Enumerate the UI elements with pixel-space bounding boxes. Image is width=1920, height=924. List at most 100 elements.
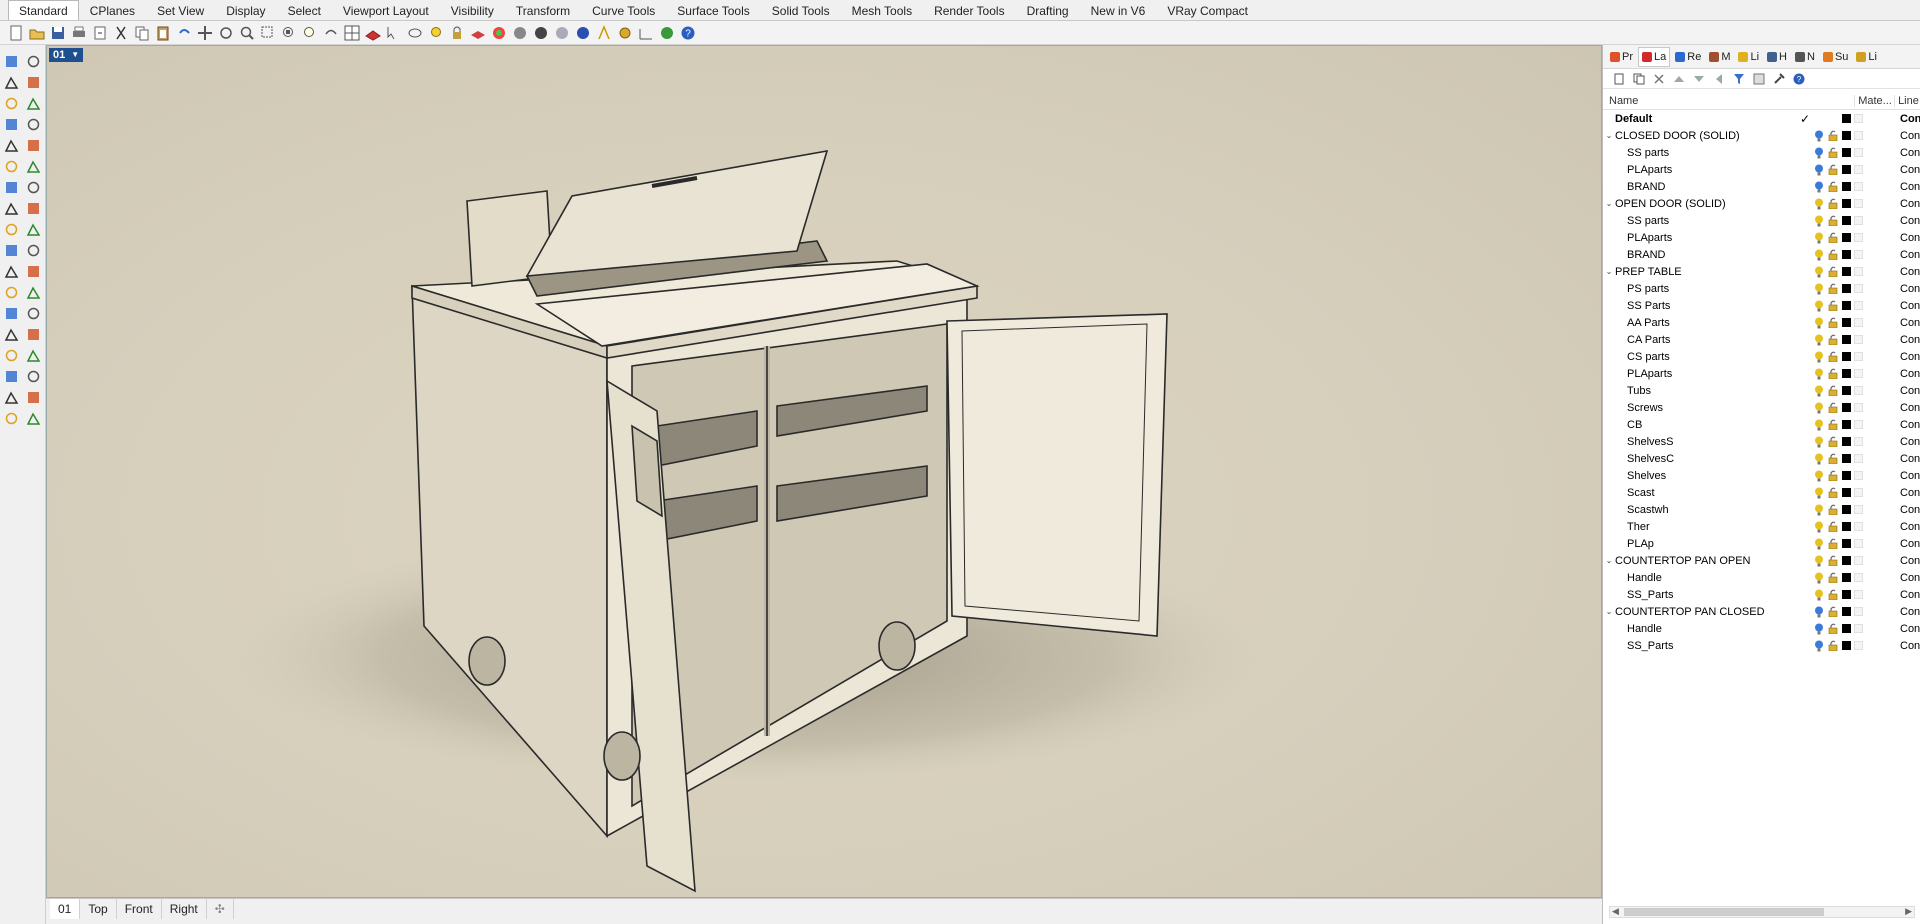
new-sublayer-icon[interactable] (1631, 71, 1646, 86)
layer-linetype[interactable]: Con (1900, 368, 1920, 380)
layer-linetype[interactable]: Con (1900, 215, 1920, 227)
unlock-icon[interactable] (1828, 232, 1838, 246)
unlock-icon[interactable] (1828, 453, 1838, 467)
transform-icon[interactable] (2, 221, 20, 239)
paste-icon[interactable] (153, 23, 173, 43)
layer-linetype[interactable]: Con (1900, 487, 1920, 499)
unlock-icon[interactable] (1828, 606, 1838, 620)
visibility-bulb-icon[interactable] (1814, 538, 1824, 553)
surface-icon[interactable] (2, 158, 20, 176)
layer-name[interactable]: Scastwh (1615, 504, 1815, 516)
layer-row[interactable]: ⌄ PREP TABLE Con (1603, 263, 1920, 280)
layer-row[interactable]: ⌄ OPEN DOOR (SOLID) Con (1603, 195, 1920, 212)
horizontal-scrollbar[interactable]: ◀ ▶ (1609, 906, 1915, 918)
dimension-icon[interactable] (636, 23, 656, 43)
layer-name[interactable]: Screws (1615, 402, 1815, 414)
layer-material-swatch[interactable] (1854, 335, 1863, 344)
new-layer-icon[interactable] (1611, 71, 1626, 86)
layer-name[interactable]: PLAparts (1615, 368, 1815, 380)
visibility-bulb-icon[interactable] (1814, 402, 1824, 417)
layer-linetype[interactable]: Con (1900, 385, 1920, 397)
render-icon[interactable] (2, 347, 20, 365)
layer-name[interactable]: BRAND (1615, 249, 1815, 261)
visibility-bulb-icon[interactable] (1814, 453, 1824, 468)
panel-tab-4[interactable]: Li (1735, 47, 1762, 67)
trim-icon[interactable] (2, 242, 20, 260)
layer-linetype[interactable]: Con (1900, 266, 1920, 278)
unlock-icon[interactable] (1828, 351, 1838, 365)
select-icon[interactable] (2, 53, 20, 71)
layer-name[interactable]: Scast (1615, 487, 1815, 499)
layer-linetype[interactable]: Con (1900, 504, 1920, 516)
layer-material-swatch[interactable] (1854, 369, 1863, 378)
visibility-bulb-icon[interactable] (1814, 300, 1824, 315)
layer-name[interactable]: SS Parts (1615, 300, 1815, 312)
layer-color-swatch[interactable] (1842, 182, 1851, 191)
layer-linetype[interactable]: Con (1900, 147, 1920, 159)
unlock-icon[interactable] (1828, 623, 1838, 637)
layer-name[interactable]: PS parts (1615, 283, 1815, 295)
layer-linetype[interactable]: Con (1900, 402, 1920, 414)
layer-material-swatch[interactable] (1854, 556, 1863, 565)
layer-name[interactable]: Shelves (1615, 470, 1815, 482)
boolean-icon[interactable] (25, 179, 43, 197)
layer-row[interactable]: PLAp Con (1603, 535, 1920, 552)
array-icon[interactable] (2, 326, 20, 344)
tab-cplanes[interactable]: CPlanes (79, 0, 146, 20)
layer-linetype[interactable]: Con (1900, 181, 1920, 193)
layer-linetype[interactable]: Con (1900, 419, 1920, 431)
layer-linetype[interactable]: Con (1900, 555, 1920, 567)
move-up-icon[interactable] (1671, 71, 1686, 86)
point-icon[interactable] (25, 53, 43, 71)
visibility-bulb-icon[interactable] (1814, 181, 1824, 196)
layer-row[interactable]: PLAparts Con (1603, 365, 1920, 382)
visibility-bulb-icon[interactable] (1814, 487, 1824, 502)
layer-linetype[interactable]: Con (1900, 300, 1920, 312)
chevron-down-icon[interactable]: ⌄ (1603, 267, 1615, 276)
panel-tab-0[interactable]: Pr (1607, 47, 1636, 67)
layer-row[interactable]: SS Parts Con (1603, 297, 1920, 314)
layer-row[interactable]: Scast Con (1603, 484, 1920, 501)
tab-viewport-layout[interactable]: Viewport Layout (332, 0, 440, 20)
layer-material-swatch[interactable] (1854, 420, 1863, 429)
visibility-bulb-icon[interactable] (1814, 147, 1824, 162)
unlock-icon[interactable] (1828, 317, 1838, 331)
layer-row[interactable]: CS parts Con (1603, 348, 1920, 365)
unlock-icon[interactable] (1828, 334, 1838, 348)
layer-color-swatch[interactable] (1842, 403, 1851, 412)
shaded-sphere-icon[interactable] (510, 23, 530, 43)
layer-material-swatch[interactable] (1854, 641, 1863, 650)
ground-plane-icon[interactable] (25, 347, 43, 365)
unlock-icon[interactable] (1828, 504, 1838, 518)
layer-row[interactable]: ShelvesC Con (1603, 450, 1920, 467)
viewport-title[interactable]: 01 ▼ (49, 48, 84, 62)
visibility-bulb-icon[interactable] (1814, 164, 1824, 179)
render-icon[interactable] (573, 23, 593, 43)
zoom-window-icon[interactable] (258, 23, 278, 43)
layer-row[interactable]: ShelvesS Con (1603, 433, 1920, 450)
unlock-icon[interactable] (1828, 198, 1838, 212)
layer-color-swatch[interactable] (1842, 624, 1851, 633)
curve-edit-icon[interactable] (2, 284, 20, 302)
visibility-bulb-icon[interactable] (1814, 266, 1824, 281)
layer-color-swatch[interactable] (1842, 148, 1851, 157)
tab-solid-tools[interactable]: Solid Tools (761, 0, 841, 20)
layer-name[interactable]: SS_Parts (1615, 640, 1815, 652)
layer-color-swatch[interactable] (1842, 573, 1851, 582)
layer-row[interactable]: Ther Con (1603, 518, 1920, 535)
delete-icon[interactable] (1651, 71, 1666, 86)
help-circle-icon[interactable]: ? (678, 23, 698, 43)
layer-linetype[interactable]: Con (1900, 249, 1920, 261)
layer-linetype[interactable]: Con (1900, 606, 1920, 618)
layer-linetype[interactable]: Con (1900, 589, 1920, 601)
object-snap-icon[interactable] (25, 368, 43, 386)
layer-row[interactable]: SS_Parts Con (1603, 586, 1920, 603)
layer-linetype[interactable]: Con (1900, 351, 1920, 363)
unlock-icon[interactable] (1828, 419, 1838, 433)
layer-material-swatch[interactable] (1854, 301, 1863, 310)
pan-icon[interactable] (195, 23, 215, 43)
unlock-icon[interactable] (1828, 385, 1838, 399)
layer-material-swatch[interactable] (1854, 437, 1863, 446)
layer-row[interactable]: Default ✓ Con (1603, 110, 1920, 127)
layer-color-swatch[interactable] (1842, 114, 1851, 123)
